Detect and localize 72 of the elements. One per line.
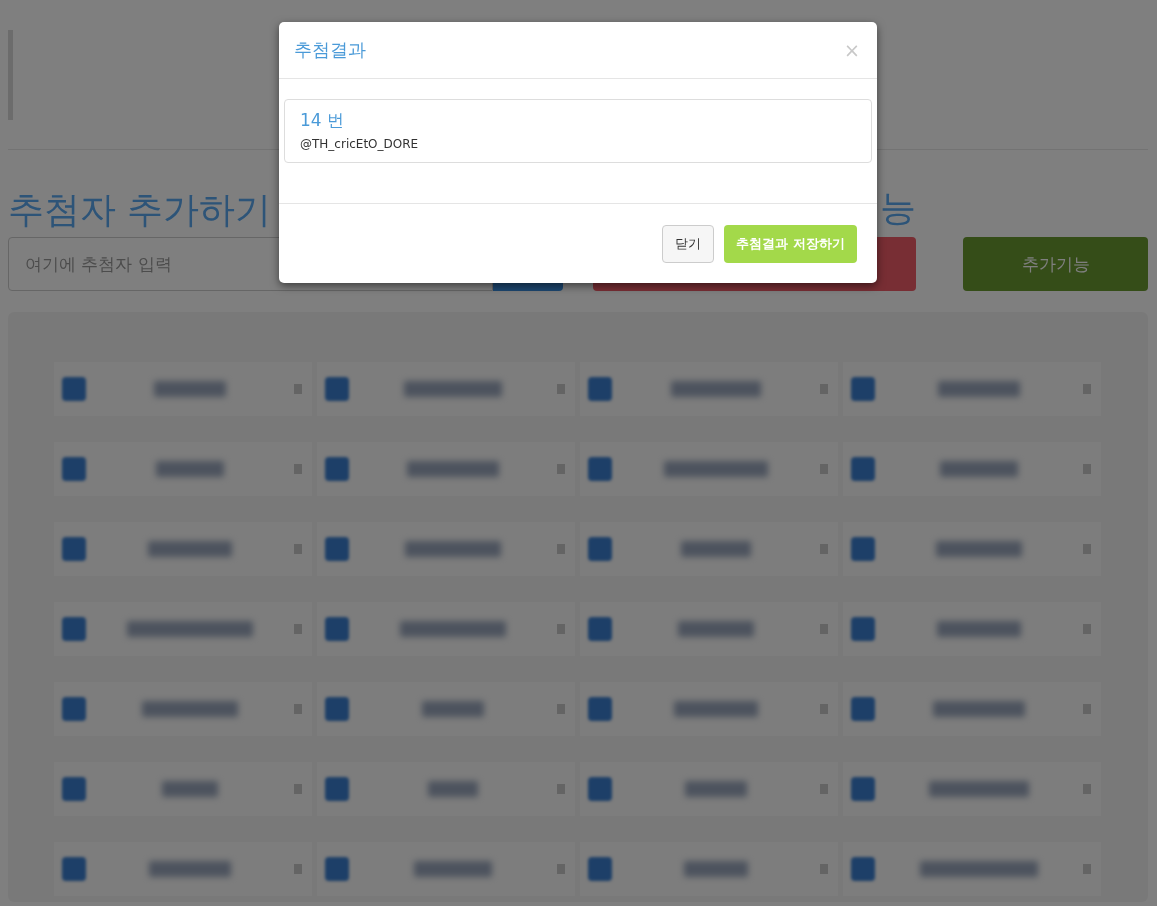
- remove-icon[interactable]: [820, 544, 828, 554]
- remove-icon[interactable]: [1083, 384, 1091, 394]
- avatar-icon: [325, 857, 349, 881]
- remove-icon[interactable]: [557, 864, 565, 874]
- avatar-icon: [851, 697, 875, 721]
- remove-icon[interactable]: [557, 784, 565, 794]
- remove-icon[interactable]: [820, 704, 828, 714]
- remove-icon[interactable]: [820, 624, 828, 634]
- remove-icon[interactable]: [557, 384, 565, 394]
- avatar-icon: [62, 537, 86, 561]
- avatar-icon: [588, 537, 612, 561]
- avatar-icon: [325, 697, 349, 721]
- remove-icon[interactable]: [820, 784, 828, 794]
- avatar-icon: [851, 857, 875, 881]
- extra-features-button[interactable]: 추가기능: [963, 237, 1148, 291]
- remove-icon[interactable]: [1083, 864, 1091, 874]
- avatar-icon: [62, 617, 86, 641]
- avatar-icon: [325, 617, 349, 641]
- avatar-icon: [62, 777, 86, 801]
- close-button[interactable]: ×: [842, 39, 862, 61]
- result-number: 14 번: [300, 109, 346, 132]
- pixelated-name: [162, 781, 218, 797]
- avatar-icon: [851, 537, 875, 561]
- remove-icon[interactable]: [294, 704, 302, 714]
- avatar-icon: [851, 457, 875, 481]
- avatar-icon: [325, 777, 349, 801]
- pixelated-name: [156, 461, 224, 477]
- avatar-icon: [62, 697, 86, 721]
- avatar-icon: [588, 617, 612, 641]
- pixelated-name: [681, 541, 751, 557]
- pixelated-name: [427, 781, 479, 797]
- avatar-icon: [62, 377, 86, 401]
- avatar-icon: [588, 377, 612, 401]
- avatar-icon: [62, 857, 86, 881]
- remove-icon[interactable]: [1083, 544, 1091, 554]
- remove-icon[interactable]: [294, 544, 302, 554]
- remove-icon[interactable]: [294, 864, 302, 874]
- avatar-icon: [851, 617, 875, 641]
- avatar-icon: [62, 457, 86, 481]
- remove-icon[interactable]: [294, 784, 302, 794]
- remove-icon[interactable]: [820, 864, 828, 874]
- avatar-icon: [851, 377, 875, 401]
- remove-icon[interactable]: [557, 544, 565, 554]
- avatar-icon: [325, 457, 349, 481]
- avatar-icon: [588, 457, 612, 481]
- avatar-icon: [588, 697, 612, 721]
- close-dialog-button[interactable]: 닫기: [662, 224, 715, 263]
- remove-icon[interactable]: [820, 384, 828, 394]
- avatar-icon: [325, 537, 349, 561]
- pixelated-name: [683, 861, 749, 877]
- remove-icon[interactable]: [1083, 784, 1091, 794]
- dialog-title: 추첨결과: [294, 38, 366, 62]
- remove-icon[interactable]: [1083, 704, 1091, 714]
- avatar-icon: [588, 857, 612, 881]
- section-heading: 추첨자 추가하기: [8, 188, 273, 232]
- remove-icon[interactable]: [557, 704, 565, 714]
- remove-icon[interactable]: [294, 464, 302, 474]
- avatar-icon: [325, 377, 349, 401]
- save-result-button[interactable]: 추첨결과 저장하기: [724, 224, 857, 263]
- avatar-icon: [588, 777, 612, 801]
- remove-icon[interactable]: [1083, 464, 1091, 474]
- remove-icon[interactable]: [557, 624, 565, 634]
- pixelated-name: [422, 701, 484, 717]
- remove-icon[interactable]: [294, 624, 302, 634]
- remove-icon[interactable]: [820, 464, 828, 474]
- result-handle: @TH_cricEtO_DORE: [300, 136, 420, 153]
- remove-icon[interactable]: [557, 464, 565, 474]
- remove-icon[interactable]: [294, 384, 302, 394]
- section-heading: 능: [880, 187, 916, 228]
- remove-icon[interactable]: [1083, 624, 1091, 634]
- pixelated-name: [685, 781, 747, 797]
- avatar-icon: [851, 777, 875, 801]
